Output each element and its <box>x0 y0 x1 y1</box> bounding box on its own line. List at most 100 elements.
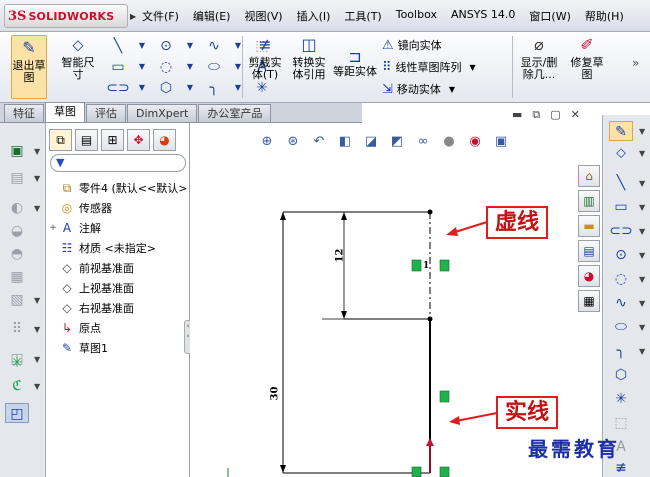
extrude-icon[interactable]: ▤ <box>5 168 29 188</box>
polygon-icon[interactable]: ⬡ <box>154 78 178 98</box>
circle-icon[interactable]: ⊙ <box>609 245 633 265</box>
view-settings-icon[interactable]: ▣ <box>490 134 512 149</box>
instant3d-icon[interactable]: ◰ <box>5 403 29 423</box>
feature-tree-tab-icon[interactable]: ⧉ <box>49 129 72 151</box>
menu-ansys[interactable]: ANSYS 14.0 <box>451 8 515 24</box>
sweep-icon[interactable]: ◒ <box>5 221 29 241</box>
dropdown-icon[interactable]: ▼ <box>449 85 455 94</box>
offset-entities-button[interactable]: ⊐ 等距实体 <box>333 49 377 78</box>
trim-entities-button[interactable]: ≢ 剪裁实体(T) <box>246 35 284 81</box>
tab-dimxpert[interactable]: DimXpert <box>127 104 198 122</box>
zoom-to-area-icon[interactable]: ⊛ <box>282 134 304 149</box>
appearances-icon[interactable]: ◕ <box>578 265 600 287</box>
tree-node[interactable]: ✎ 草图1 <box>48 338 190 358</box>
home-icon[interactable]: ⌂ <box>578 165 600 187</box>
menu-file[interactable]: 文件(F) <box>142 8 179 24</box>
rectangle-icon[interactable]: ▭ <box>106 57 130 77</box>
fillet-icon[interactable]: ╮ <box>202 78 226 98</box>
menu-edit[interactable]: 编辑(E) <box>193 8 231 24</box>
arc-icon[interactable]: ◌ <box>609 269 633 289</box>
reference-geometry-icon[interactable]: ✳ <box>5 353 29 373</box>
circle-icon[interactable]: ⊙ <box>154 36 178 56</box>
line-icon[interactable]: ╲ <box>106 36 130 56</box>
view-orientation-icon[interactable]: ◪ <box>360 134 382 149</box>
menu-toolbox[interactable]: Toolbox <box>396 8 437 24</box>
linear-pattern-button[interactable]: ⠿ 线性草图阵列 ▼ <box>382 57 476 77</box>
revolve-icon[interactable]: ◐ <box>5 198 29 218</box>
convert-entities-button[interactable]: ◫ 转换实体引用 <box>289 35 329 81</box>
tree-filter-input[interactable]: ▼ <box>50 154 186 172</box>
minimize-icon[interactable]: ▬ <box>512 108 522 122</box>
arc-icon[interactable]: ◌ <box>154 57 178 77</box>
appearance-icon[interactable]: ● <box>438 134 460 149</box>
repair-sketch-button[interactable]: ✐ 修复草图 <box>567 35 607 81</box>
ellipse-icon[interactable]: ⬭ <box>609 317 633 337</box>
point-icon[interactable]: ✳ <box>609 389 633 409</box>
slot-icon[interactable]: ⊂⊃ <box>609 221 633 241</box>
configuration-tab-icon[interactable]: ⊞ <box>101 129 124 151</box>
tree-node[interactable]: ◇ 上视基准面 <box>48 278 190 298</box>
line-icon[interactable]: ╲ <box>609 173 633 193</box>
expand-toggle-icon[interactable]: + <box>48 223 58 233</box>
logo-dropdown-icon[interactable]: ▶ <box>130 12 136 21</box>
show-delete-relations-button[interactable]: ⌀ 显示/删除几... <box>516 35 562 81</box>
display-tab-icon[interactable]: ◕ <box>153 129 176 151</box>
file-explorer-icon[interactable]: ▬ <box>578 215 600 237</box>
smart-dimension-button[interactable]: ⬦ 智能尺寸 <box>58 35 98 81</box>
tab-office-products[interactable]: 办公室产品 <box>198 104 272 122</box>
menu-window[interactable]: 窗口(W) <box>529 8 570 24</box>
smart-dimension-icon[interactable]: ⬦ <box>609 143 633 163</box>
tab-features[interactable]: 特征 <box>4 104 44 122</box>
dropdown-icon[interactable]: ▼ <box>130 78 154 98</box>
dropdown-icon[interactable]: ▼ <box>178 78 202 98</box>
menu-view[interactable]: 视图(V) <box>244 8 282 24</box>
dimension-value-12[interactable]: 12 <box>334 249 345 263</box>
custom-properties-icon[interactable]: ▦ <box>578 290 600 312</box>
shell-icon[interactable]: ▦ <box>5 267 29 287</box>
spline-icon[interactable]: ∿ <box>609 293 633 313</box>
hide-show-icon[interactable]: ∞ <box>412 134 434 149</box>
zoom-to-fit-icon[interactable]: ⊕ <box>256 134 278 149</box>
display-style-icon[interactable]: ◩ <box>386 134 408 149</box>
dropdown-icon[interactable]: ▼ <box>130 36 154 56</box>
grid-icon[interactable]: ⬚ <box>609 413 633 433</box>
property-manager-tab-icon[interactable]: ▤ <box>75 129 98 151</box>
move-entities-button[interactable]: ⇲ 移动实体 ▼ <box>382 79 455 99</box>
mirror-entities-button[interactable]: ⚠ 镜向实体 <box>382 35 442 55</box>
solidworks-logo[interactable]: 3S SOLIDWORKS <box>4 4 128 28</box>
menu-insert[interactable]: 插入(I) <box>297 8 331 24</box>
rib-icon[interactable]: ▧ <box>5 290 29 310</box>
rectangle-icon[interactable]: ▭ <box>609 197 633 217</box>
pattern-icon[interactable]: ⠿ <box>5 319 29 339</box>
tree-node[interactable]: + A 注解 <box>48 218 190 238</box>
previous-view-icon[interactable]: ↶ <box>308 134 330 149</box>
design-library-icon[interactable]: ▥ <box>578 190 600 212</box>
tile-icon[interactable]: ⧉ <box>532 108 540 122</box>
dropdown-icon[interactable]: ▼ <box>470 63 476 72</box>
dropdown-icon[interactable]: ▼ <box>130 57 154 77</box>
tree-node[interactable]: ⧉ 零件4 (默认<<默认> <box>48 178 190 198</box>
tree-node[interactable]: ↳ 原点 <box>48 318 190 338</box>
dropdown-icon[interactable]: ▼ <box>178 57 202 77</box>
dropdown-icon[interactable]: ▼ <box>178 36 202 56</box>
dimxpert-tab-icon[interactable]: ✥ <box>127 129 150 151</box>
sketch-icon[interactable]: ✎ <box>609 121 633 141</box>
view-palette-icon[interactable]: ▤ <box>578 240 600 262</box>
menu-help[interactable]: 帮助(H) <box>585 8 624 24</box>
tree-node[interactable]: ◎ 传感器 <box>48 198 190 218</box>
tree-node[interactable]: ◇ 前视基准面 <box>48 258 190 278</box>
scene-icon[interactable]: ◉ <box>464 134 486 149</box>
section-view-icon[interactable]: ◧ <box>334 134 356 149</box>
sketch-toolbar-icon[interactable]: ▣ <box>5 141 29 161</box>
polygon-icon[interactable]: ⬡ <box>609 365 633 385</box>
exit-sketch-button[interactable]: ✎ 退出草图 <box>11 35 47 99</box>
loft-icon[interactable]: ◓ <box>5 244 29 264</box>
ellipse-icon[interactable]: ⬭ <box>202 57 226 77</box>
tree-node[interactable]: ◇ 右视基准面 <box>48 298 190 318</box>
spline-icon[interactable]: ∿ <box>202 36 226 56</box>
expand-ribbon-icon[interactable]: » <box>632 56 639 70</box>
dimension-value-30[interactable]: 30 <box>269 387 280 401</box>
tree-node[interactable]: ☷ 材质 <未指定> <box>48 238 190 258</box>
curves-icon[interactable]: ℭ <box>5 376 29 396</box>
tab-evaluate[interactable]: 评估 <box>86 104 126 122</box>
